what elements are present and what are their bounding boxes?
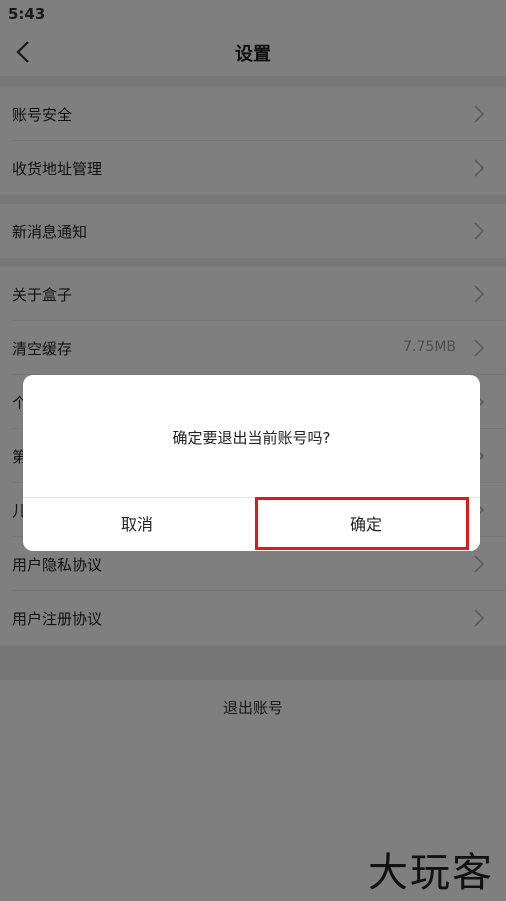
cancel-button[interactable]: 取消 <box>23 498 251 551</box>
highlight-box <box>255 497 469 550</box>
dialog-message: 确定要退出当前账号吗? <box>172 429 331 447</box>
watermark-logo: 大玩客 <box>368 850 494 896</box>
